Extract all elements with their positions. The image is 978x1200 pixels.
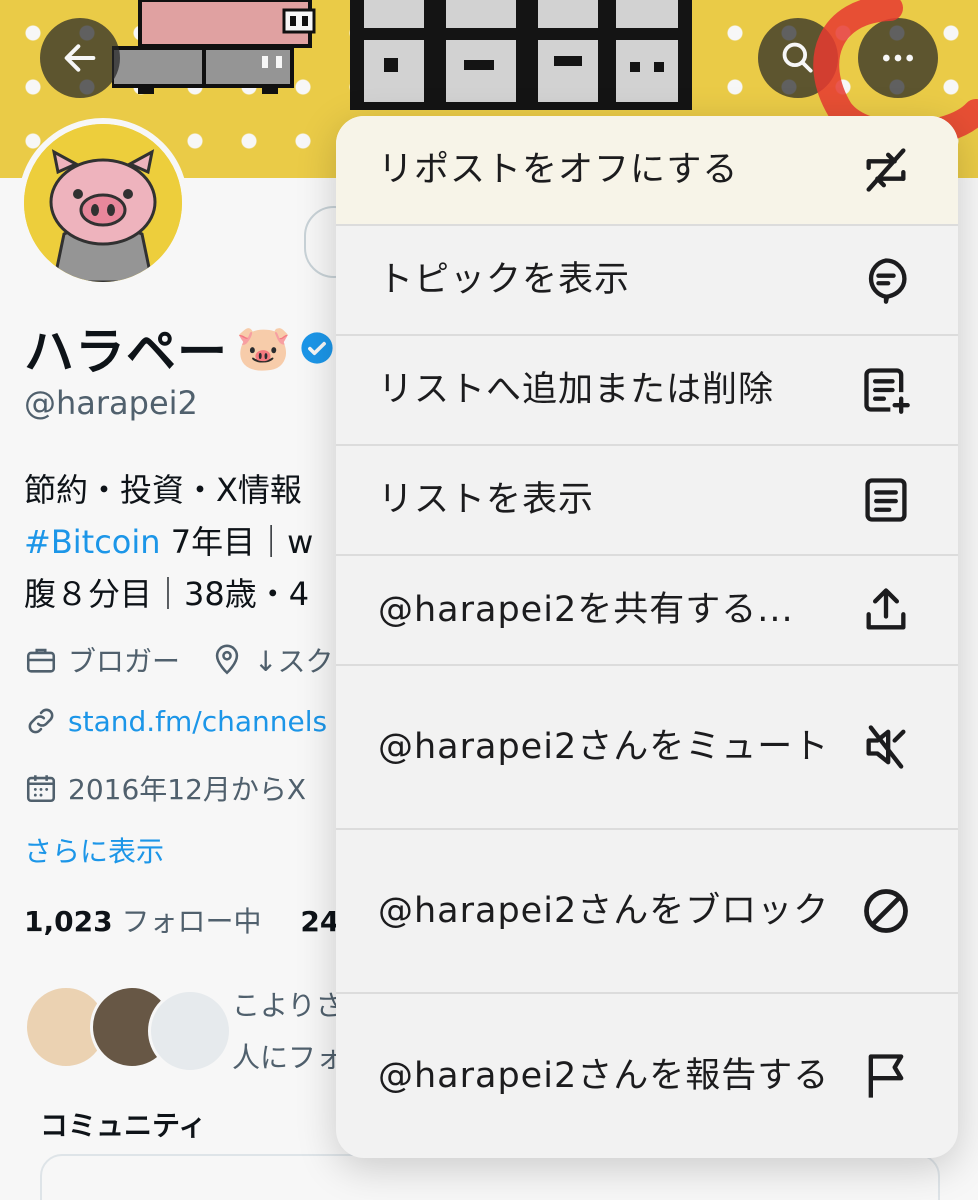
menu-item-view-topics[interactable]: トピックを表示 [336, 226, 958, 336]
topic-icon [858, 252, 914, 308]
mute-icon [858, 719, 914, 775]
menu-item-label: リストへ追加または削除 [378, 370, 775, 410]
repost-off-icon [858, 142, 914, 198]
menu-item-label: @harapei2さんをブロック [378, 891, 830, 931]
list-icon [858, 472, 914, 528]
share-icon [858, 582, 914, 638]
menu-item-report-user[interactable]: @harapei2さんを報告する [336, 994, 958, 1158]
block-icon [858, 883, 914, 939]
menu-item-block-user[interactable]: @harapei2さんをブロック [336, 830, 958, 994]
menu-item-label: リストを表示 [378, 480, 595, 520]
menu-item-share-profile[interactable]: @harapei2を共有する... [336, 556, 958, 666]
menu-item-mute-user[interactable]: @harapei2さんをミュート [336, 666, 958, 830]
menu-item-label: トピックを表示 [378, 260, 631, 300]
menu-item-label: @harapei2を共有する... [378, 590, 794, 630]
menu-item-turn-off-reposts[interactable]: リポストをオフにする [336, 116, 958, 226]
menu-item-view-lists[interactable]: リストを表示 [336, 446, 958, 556]
menu-item-label: @harapei2さんを報告する [378, 1056, 830, 1096]
profile-more-menu: リポストをオフにする トピックを表示 リストへ追加または削除 リストを表示 @h… [336, 116, 958, 1158]
flag-icon [858, 1048, 914, 1104]
menu-item-add-remove-lists[interactable]: リストへ追加または削除 [336, 336, 958, 446]
menu-item-label: @harapei2さんをミュート [378, 727, 830, 767]
menu-item-label: リポストをオフにする [378, 150, 739, 190]
list-add-icon [858, 362, 914, 418]
